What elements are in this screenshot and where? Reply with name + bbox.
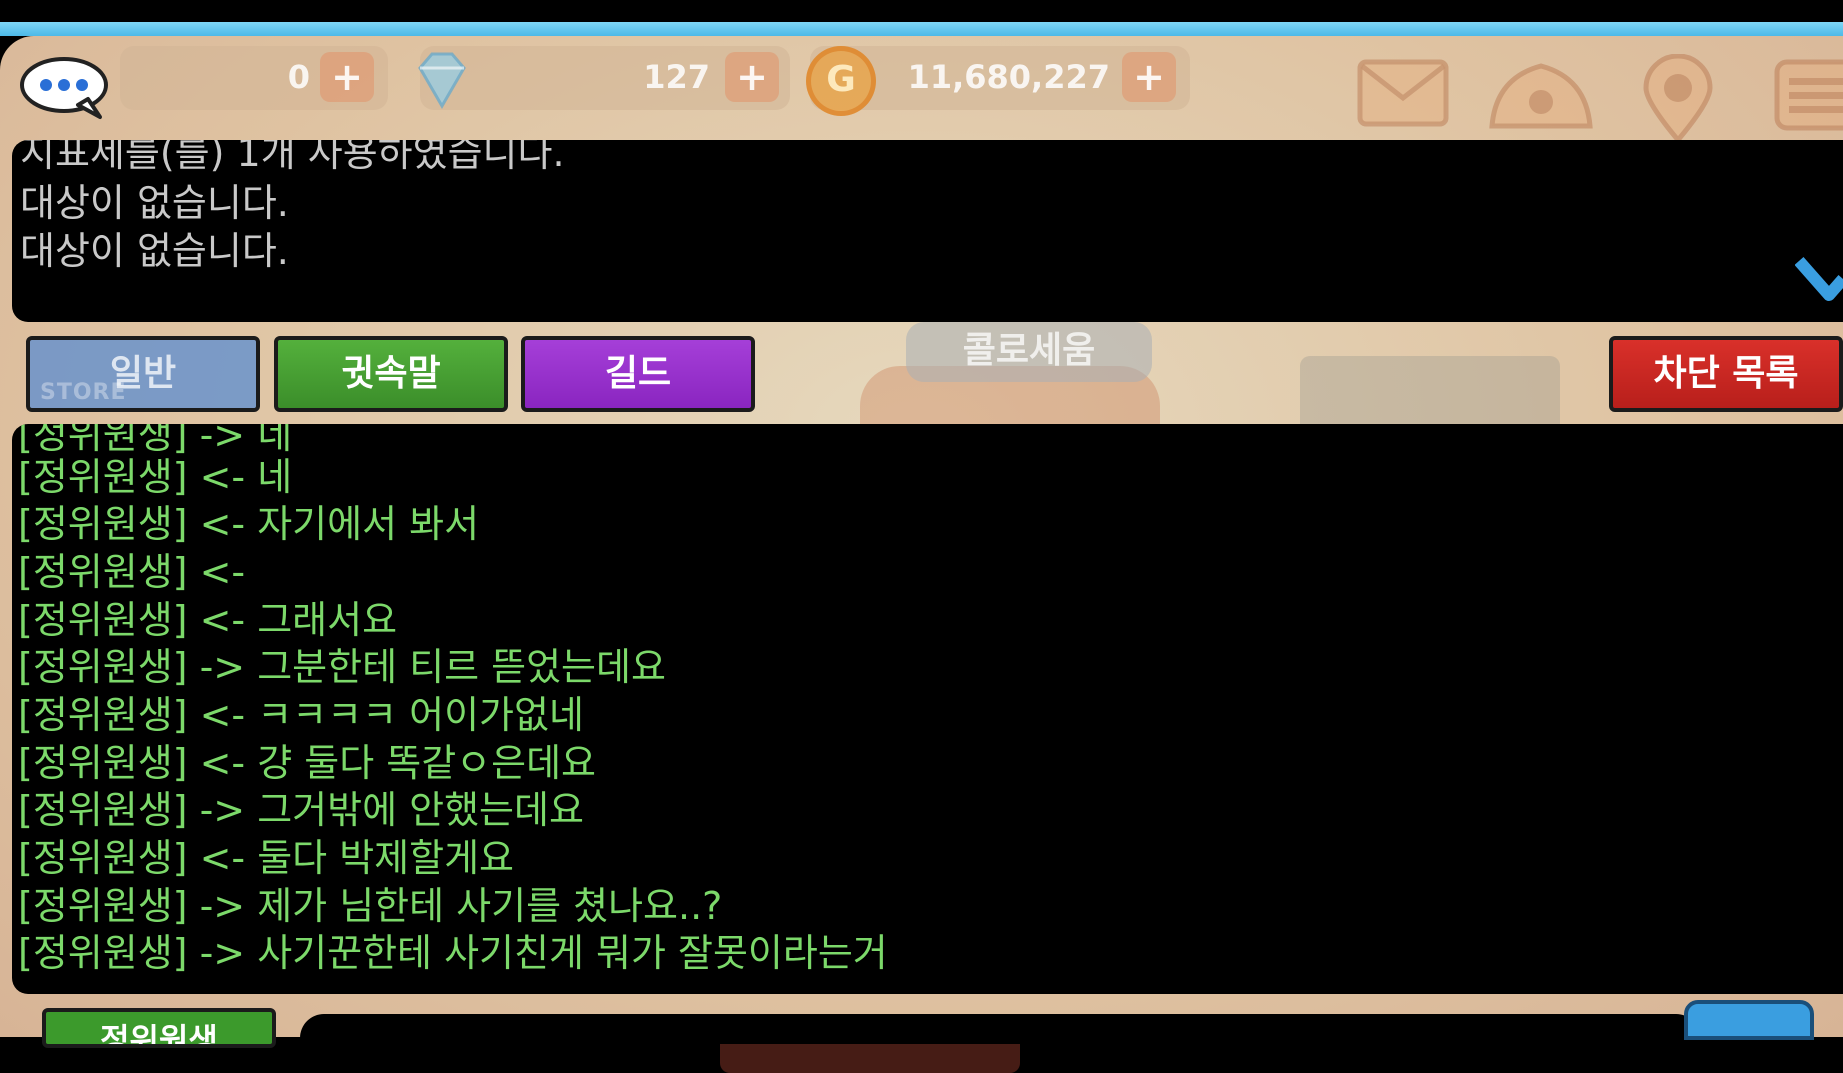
diamond-icon: [418, 52, 466, 109]
guild-house-icon[interactable]: [1486, 58, 1596, 132]
gold-count: 11,680,227: [907, 58, 1110, 96]
gold-coin-icon: G: [806, 46, 876, 116]
item-count: 0: [287, 58, 310, 96]
chat-message: [정위원생] <-: [18, 550, 246, 594]
gem-plus-button[interactable]: +: [725, 52, 779, 102]
tab-guild[interactable]: 길드: [521, 336, 755, 412]
chat-message: [정위원생] -> 그거밖에 안했는데요: [18, 788, 584, 832]
menu-icon[interactable]: [1773, 58, 1843, 132]
chat-message: [정위원생] <- 둘다 박제할게요: [18, 836, 515, 880]
chat-input[interactable]: [300, 1014, 1700, 1044]
chat-message: [정위원생] -> 사기꾼한테 사기친게 뭐가 잘못이라는거: [18, 931, 888, 975]
gem-count: 127: [643, 58, 710, 96]
scroll-down-chevron-icon[interactable]: [1795, 255, 1843, 315]
map-pin-icon[interactable]: [1640, 54, 1716, 144]
whisper-chat-log[interactable]: [정위원생] -> 네 [정위원생] <- 네 [정위원생] <- 자기에서 봐…: [12, 424, 1843, 994]
system-message-panel[interactable]: 지표세를(를) 1개 사용하였습니다. 대상이 없습니다. 대상이 없습니다.: [12, 140, 1843, 322]
mail-icon[interactable]: [1356, 58, 1450, 128]
block-list-button[interactable]: 차단 목록: [1609, 336, 1843, 412]
chat-message: [정위원생] <- 자기에서 봐서: [18, 502, 480, 546]
gold-plus-button[interactable]: +: [1122, 52, 1176, 102]
system-message: 대상이 없습니다.: [20, 229, 289, 273]
colosseum-sign: 콜로세움: [906, 322, 1152, 382]
top-edge-strip: [0, 22, 1843, 36]
chat-bubble-icon[interactable]: [18, 55, 112, 121]
system-message: 대상이 없습니다.: [20, 181, 289, 225]
store-sign: STORE: [40, 380, 127, 405]
send-button[interactable]: [1684, 1000, 1814, 1040]
tab-whisper[interactable]: 귓속말: [274, 336, 508, 412]
chat-message: [정위원생] -> 그분한테 티르 뜯었는데요: [18, 645, 666, 689]
chat-message: [정위원생] <- ㅋㅋㅋㅋ 어이가없네: [18, 693, 584, 737]
item-plus-button[interactable]: +: [320, 52, 374, 102]
whisper-target-button[interactable]: 정위원생: [42, 1008, 276, 1048]
